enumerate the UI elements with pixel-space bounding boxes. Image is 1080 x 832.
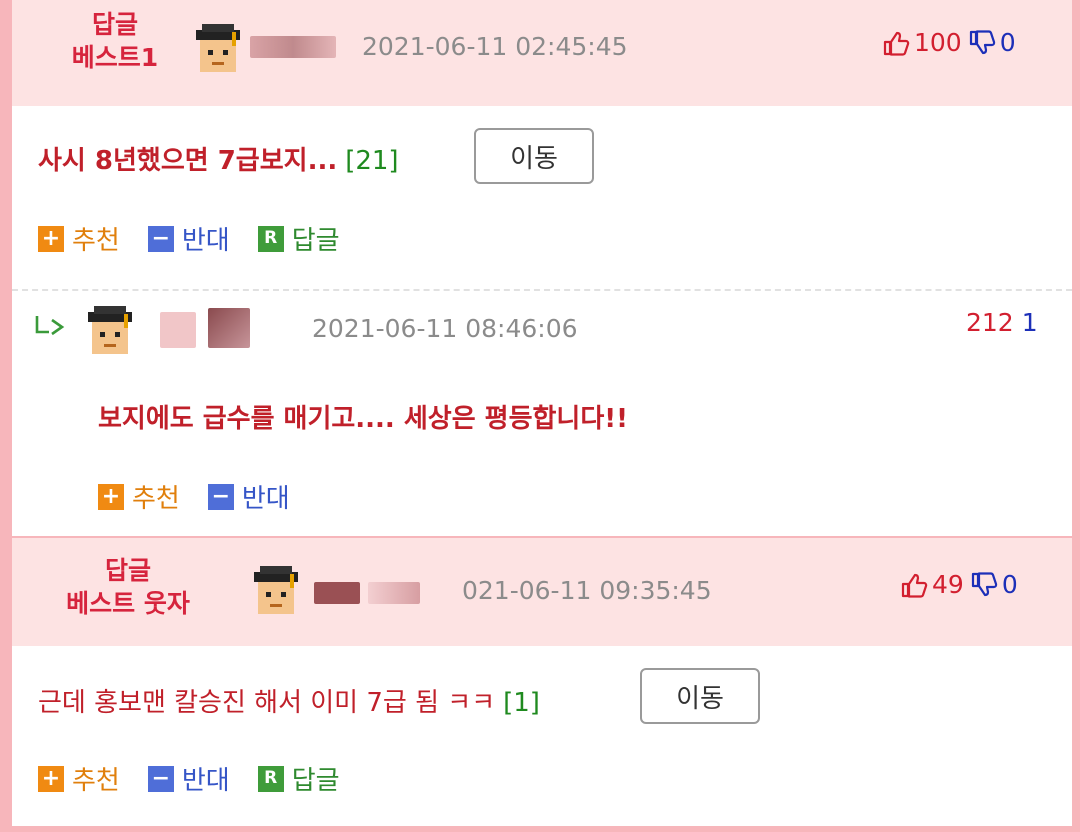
blurred-username	[250, 36, 336, 58]
timestamp: 2021-06-11 02:45:45	[362, 32, 628, 61]
oppose-label: 반대	[181, 226, 230, 256]
upvote-count: 49	[932, 570, 964, 599]
reply-button[interactable]: R 답글	[257, 220, 340, 257]
reply-arrow-icon	[35, 316, 65, 336]
best-laugh-label: 답글 베스트 웃자	[38, 554, 218, 620]
blurred-username	[160, 312, 196, 348]
best1-label: 답글 베스트1	[40, 8, 190, 74]
best-laugh-header: 답글 베스트 웃자 021-06-11 09:35:45 49 0	[12, 538, 1072, 646]
recommend-button[interactable]: + 추천	[38, 760, 120, 797]
blurred-username	[208, 308, 250, 348]
oppose-button[interactable]: − 반대	[147, 760, 230, 797]
reply-text: 보지에도 급수를 매기고.... 세상은 평등합니다!!	[98, 404, 628, 434]
best-laugh-content: 근데 홍보맨 칼승진 해서 이미 7급 됨 ㅋㅋ [1] 이동 + 추천 − 반대…	[12, 646, 1072, 826]
minus-icon: −	[147, 765, 174, 792]
best1-header: 답글 베스트1 2021-06-11 02:45:45 100 0	[12, 0, 1072, 106]
best-laugh-label-line1: 답글	[104, 556, 151, 585]
move-button[interactable]: 이동	[640, 668, 760, 724]
recommend-label: 추천	[132, 484, 180, 514]
action-bar: + 추천 − 반대 R 답글	[38, 760, 368, 797]
downvote-count: 1	[1021, 308, 1038, 337]
best1-label-line1: 답글	[91, 10, 138, 39]
comment-count: [1]	[503, 688, 540, 718]
recommend-label: 추천	[72, 766, 120, 796]
thumbs-down-icon[interactable]	[968, 29, 996, 57]
post-title-text[interactable]: 사시 8년했으면 7급보지...	[38, 146, 337, 176]
thumbs-up-icon[interactable]	[882, 29, 910, 57]
reply-badge-icon: R	[257, 765, 284, 792]
recommend-button[interactable]: + 추천	[38, 220, 120, 257]
move-button[interactable]: 이동	[474, 128, 594, 184]
minus-icon: −	[207, 483, 234, 510]
post-title[interactable]: 사시 8년했으면 7급보지... [21]	[38, 140, 399, 177]
vote-counts: 212 1	[962, 308, 1038, 337]
reply-badge-icon: R	[257, 225, 284, 252]
reply-label: 답글	[291, 226, 340, 256]
reply-label: 답글	[291, 766, 340, 796]
avatar[interactable]	[250, 564, 302, 616]
recommend-button[interactable]: + 추천	[98, 478, 180, 515]
best1-label-line2: 베스트1	[71, 43, 159, 72]
blurred-username	[368, 582, 420, 604]
oppose-button[interactable]: − 반대	[207, 478, 290, 515]
recommend-label: 추천	[72, 226, 120, 256]
post-title-text[interactable]: 근데 홍보맨 칼승진 해서 이미 7급 됨 ㅋㅋ	[38, 688, 495, 718]
avatar[interactable]	[192, 22, 244, 74]
divider	[12, 289, 1072, 291]
action-bar: + 추천 − 반대 R 답글	[38, 220, 368, 257]
downvote-count: 0	[1001, 570, 1018, 599]
downvote-count: 0	[999, 28, 1016, 57]
upvote-count: 212	[966, 308, 1014, 337]
reply-button[interactable]: R 답글	[257, 760, 340, 797]
upvote-count: 100	[914, 28, 962, 57]
oppose-button[interactable]: − 반대	[147, 220, 230, 257]
blurred-username	[314, 582, 360, 604]
best-laugh-label-line2: 베스트 웃자	[66, 589, 190, 618]
thumbs-down-icon[interactable]	[970, 571, 998, 599]
plus-icon: +	[38, 765, 64, 792]
oppose-label: 반대	[181, 766, 230, 796]
plus-icon: +	[98, 483, 124, 510]
thumbs-up-icon[interactable]	[900, 571, 928, 599]
vote-counts: 49 0	[900, 570, 1018, 599]
comment-count: [21]	[345, 146, 399, 176]
vote-counts: 100 0	[882, 28, 1016, 57]
avatar[interactable]	[84, 304, 136, 356]
timestamp: 2021-06-11 08:46:06	[312, 314, 578, 343]
plus-icon: +	[38, 225, 64, 252]
minus-icon: −	[147, 225, 174, 252]
post-title[interactable]: 근데 홍보맨 칼승진 해서 이미 7급 됨 ㅋㅋ [1]	[38, 682, 540, 719]
oppose-label: 반대	[241, 484, 290, 514]
action-bar: + 추천 − 반대	[98, 478, 318, 515]
timestamp: 021-06-11 09:35:45	[462, 576, 712, 605]
